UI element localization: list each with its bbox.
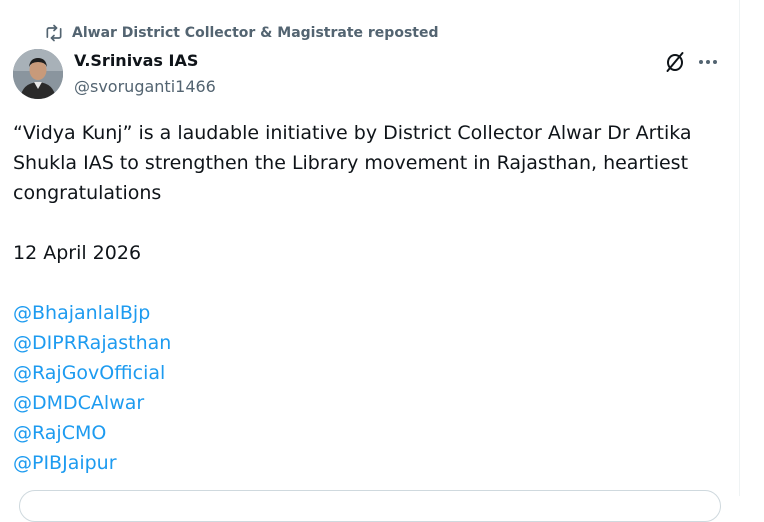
repost-context[interactable]: Alwar District Collector & Magistrate re…: [44, 22, 438, 44]
tweet-body: “Vidya Kunj” is a laudable initiative by…: [13, 118, 713, 478]
media-card-edge[interactable]: [19, 490, 721, 522]
mention-link[interactable]: @PIBJaipur: [13, 448, 713, 478]
mention-link[interactable]: @DIPRRajasthan: [13, 328, 713, 358]
mention-link[interactable]: @DMDCAlwar: [13, 388, 713, 418]
mention-link[interactable]: @RajCMO: [13, 418, 713, 448]
repost-icon: [44, 23, 64, 43]
mention-link[interactable]: @BhajanlalBjp: [13, 298, 713, 328]
timeline-border: [739, 0, 740, 496]
tweet-text: “Vidya Kunj” is a laudable initiative by…: [13, 122, 692, 204]
author-handle[interactable]: @svoruganti1466: [74, 77, 216, 96]
tweet-date: 12 April 2026: [13, 242, 142, 264]
more-icon[interactable]: [696, 50, 720, 74]
avatar[interactable]: [13, 49, 63, 99]
repost-label[interactable]: Alwar District Collector & Magistrate re…: [72, 25, 438, 41]
author-display-name[interactable]: V.Srinivas IAS: [74, 51, 198, 70]
grok-icon[interactable]: [663, 50, 687, 74]
mention-link[interactable]: @RajGovOfficial: [13, 358, 713, 388]
